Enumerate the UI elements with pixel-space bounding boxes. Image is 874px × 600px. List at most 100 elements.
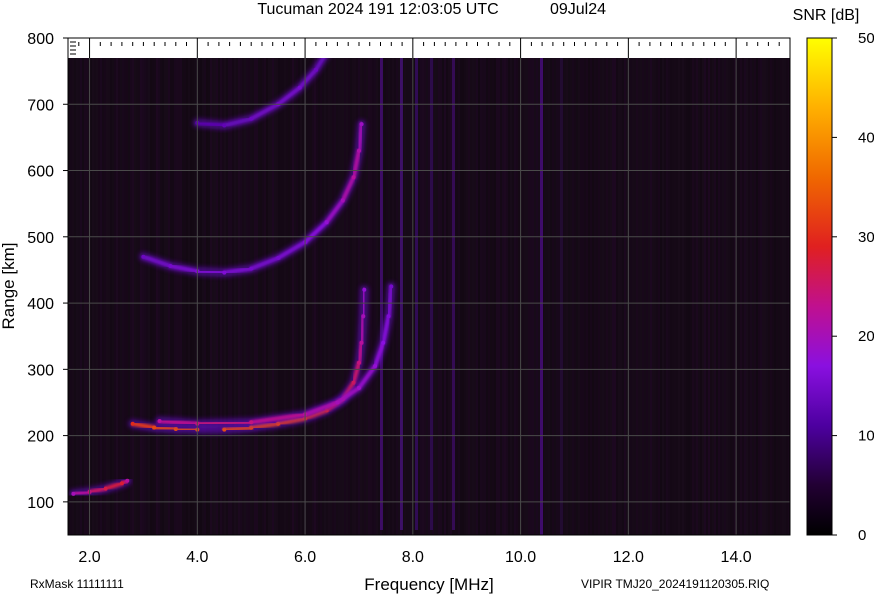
- noise-column: [160, 58, 162, 535]
- noise-column: [142, 58, 144, 535]
- trace-point: [357, 385, 361, 390]
- noise-column: [274, 58, 276, 535]
- noise-column: [718, 58, 720, 535]
- noise-column: [112, 58, 114, 535]
- noise-column: [478, 58, 480, 535]
- noise-column: [708, 58, 710, 535]
- noise-column: [620, 58, 622, 535]
- noise-column: [470, 58, 472, 535]
- noise-column: [308, 58, 310, 535]
- trace-point: [168, 264, 173, 268]
- noise-column: [166, 58, 168, 535]
- noise-column: [536, 58, 538, 535]
- trace-point: [324, 220, 329, 225]
- noise-column: [662, 58, 664, 535]
- noise-column: [568, 58, 570, 535]
- noise-column: [436, 58, 438, 535]
- noise-column: [114, 58, 116, 535]
- noise-column: [664, 58, 666, 535]
- noise-column: [774, 58, 776, 535]
- noise-column: [668, 58, 670, 535]
- noise-column: [102, 58, 104, 535]
- noise-column: [646, 58, 648, 535]
- noise-column: [532, 58, 534, 535]
- noise-column: [372, 58, 374, 535]
- noise-column: [582, 58, 584, 535]
- noise-column: [250, 58, 252, 535]
- noise-column: [206, 58, 208, 535]
- file-label: VIPIR TMJ20_2024191120305.RIQ: [581, 577, 769, 591]
- noise-column: [650, 58, 652, 535]
- trace-segment: [359, 314, 366, 345]
- noise-column: [326, 58, 328, 535]
- noise-column: [748, 58, 750, 535]
- trace-point: [297, 85, 302, 90]
- x-tick-label: 12.0: [613, 549, 644, 566]
- noise-column: [722, 58, 724, 535]
- noise-column: [84, 58, 86, 535]
- noise-column: [476, 58, 478, 535]
- y-tick-label: 300: [27, 362, 54, 379]
- noise-column: [586, 58, 588, 535]
- noise-column: [426, 58, 428, 535]
- noise-column: [484, 58, 486, 535]
- noise-column: [632, 58, 634, 535]
- noise-column: [190, 58, 192, 535]
- noise-column: [592, 58, 594, 535]
- noise-column: [306, 58, 308, 535]
- trace-point: [361, 314, 366, 319]
- trace-segment: [386, 284, 394, 319]
- noise-column: [758, 58, 760, 535]
- noise-column: [704, 58, 706, 535]
- noise-column: [292, 58, 294, 535]
- noise-column: [140, 58, 142, 535]
- trace-segment: [152, 425, 178, 431]
- noise-column: [590, 58, 592, 535]
- noise-column: [296, 58, 298, 535]
- noise-column: [486, 58, 488, 535]
- noise-column: [672, 58, 674, 535]
- noise-column: [468, 58, 470, 535]
- noise-column: [336, 58, 338, 535]
- noise-column: [124, 58, 126, 535]
- trace-point: [157, 419, 162, 423]
- noise-column: [652, 58, 654, 535]
- trace-segment: [195, 120, 227, 128]
- noise-column: [178, 58, 180, 535]
- noise-column: [322, 58, 324, 535]
- noise-column: [188, 58, 190, 535]
- chart-date: 09Jul24: [550, 1, 606, 18]
- noise-column: [480, 58, 482, 535]
- noise-column: [680, 58, 682, 535]
- noise-column: [324, 58, 326, 535]
- trace-point: [359, 340, 364, 345]
- noise-column: [282, 58, 284, 535]
- noise-column: [766, 58, 768, 535]
- noise-column: [184, 58, 186, 535]
- noise-column: [276, 58, 278, 535]
- noise-column: [706, 58, 708, 535]
- noise-column: [74, 58, 76, 535]
- noise-column: [256, 58, 258, 535]
- noise-column: [90, 58, 92, 535]
- noise-column: [720, 58, 722, 535]
- trace-point: [359, 122, 364, 127]
- trace-segment: [173, 427, 200, 432]
- noise-column: [440, 58, 442, 535]
- noise-column: [528, 58, 530, 535]
- noise-column: [300, 58, 302, 535]
- noise-column: [462, 58, 464, 535]
- noise-column: [690, 58, 692, 535]
- noise-column: [584, 58, 586, 535]
- trace-point: [357, 360, 361, 365]
- noise-column: [740, 58, 742, 535]
- y-tick-label: 100: [27, 495, 54, 512]
- noise-column: [598, 58, 600, 535]
- noise-column: [260, 58, 262, 535]
- interference-column: [560, 58, 563, 535]
- noise-column: [262, 58, 264, 535]
- noise-column: [298, 58, 300, 535]
- noise-column: [622, 58, 624, 535]
- trace-point: [381, 340, 386, 345]
- trace-point: [130, 421, 135, 426]
